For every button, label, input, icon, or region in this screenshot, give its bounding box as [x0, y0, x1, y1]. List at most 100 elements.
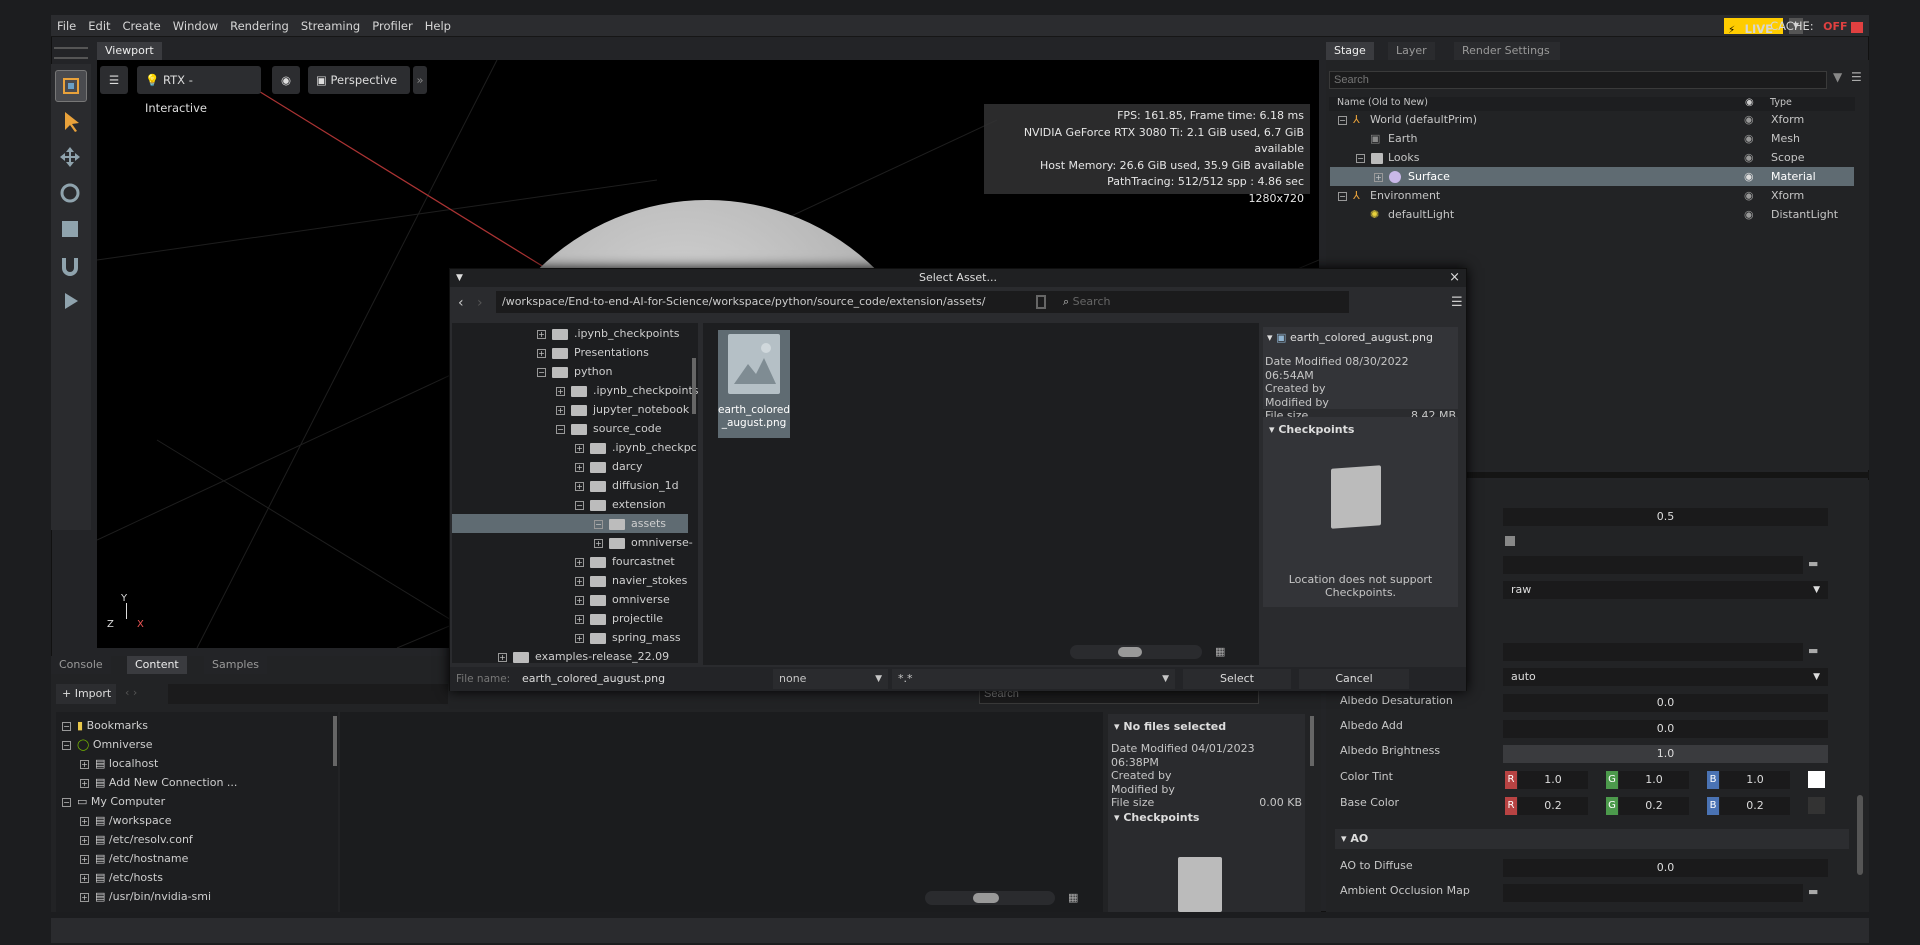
tree-folder[interactable]: + .ipynb_checkpoints	[556, 381, 699, 400]
ao-section-header[interactable]: ▾ AO	[1335, 829, 1849, 849]
tree-folder[interactable]: + diffusion_1d	[575, 476, 679, 495]
ao-diffuse-field[interactable]: 0.0	[1503, 859, 1828, 877]
visibility-eye-icon[interactable]: ◉	[1744, 148, 1754, 167]
stage-menu-icon[interactable]: ☰	[1851, 70, 1862, 84]
filename-field[interactable]: earth_colored_august.png	[516, 669, 768, 689]
zoom-slider[interactable]	[925, 891, 1055, 905]
tree-folder[interactable]: + navier_stokes	[575, 571, 687, 590]
tree-item-omniverse[interactable]: − ◯ Omniverse	[62, 735, 153, 754]
select-button[interactable]: Select	[1183, 669, 1291, 689]
color-space-dropdown[interactable]: raw ▼	[1503, 581, 1828, 599]
tree-item-nvidia-smi[interactable]: + ▤ /usr/bin/nvidia-smi	[80, 887, 211, 906]
opacity-field[interactable]: 0.5	[1503, 508, 1828, 526]
settings-sliders-icon[interactable]: ☰	[100, 66, 128, 94]
tree-folder[interactable]: − source_code	[556, 419, 662, 438]
tree-item-my-computer[interactable]: − ▭ My Computer	[62, 792, 165, 811]
tree-folder[interactable]: + examples-release_22.09	[498, 647, 669, 666]
menu-window[interactable]: Window	[167, 15, 224, 37]
grid-view-icon[interactable]: ▦	[1068, 891, 1078, 904]
dialog-menu-icon[interactable]: ☰	[1451, 295, 1463, 310]
tree-folder[interactable]: + darcy	[575, 457, 643, 476]
file-item-earth[interactable]: earth_colored _august.png	[718, 330, 790, 438]
col-name-header[interactable]: Name (Old to New)	[1337, 97, 1428, 108]
stage-row[interactable]: − Looks ◉ Scope	[1330, 148, 1854, 167]
tint-r-field[interactable]: 1.0	[1518, 771, 1588, 789]
tab-render-settings[interactable]: Render Settings	[1454, 42, 1560, 60]
back-arrow-icon[interactable]: ‹ ›	[125, 686, 137, 699]
albedo-brightness-field[interactable]: 1.0	[1503, 745, 1828, 763]
cancel-button[interactable]: Cancel	[1299, 669, 1409, 689]
albedo-desat-field[interactable]: 0.0	[1503, 694, 1828, 712]
base-b-field[interactable]: 0.2	[1720, 797, 1790, 815]
menu-rendering[interactable]: Rendering	[224, 15, 295, 37]
tree-folder[interactable]: + Presentations	[537, 343, 649, 362]
tree-folder[interactable]: + jupyter_notebook	[556, 400, 689, 419]
menu-help[interactable]: Help	[419, 15, 457, 37]
tree-folder[interactable]: + projectile	[575, 609, 663, 628]
base-color-swatch[interactable]	[1808, 797, 1825, 814]
content-path-field[interactable]	[168, 684, 448, 704]
collapse-icon[interactable]: ▼	[456, 269, 463, 287]
camera-button[interactable]: ▣ Perspective	[308, 66, 410, 94]
checkbox[interactable]	[1505, 536, 1515, 546]
tree-folder[interactable]: + .ipynb_checkpc	[575, 438, 697, 457]
stage-row[interactable]: ✺ defaultLight ◉ DistantLight	[1330, 205, 1854, 224]
filter-dropdown-1[interactable]: none ▼	[773, 669, 888, 689]
tree-item-localhost[interactable]: + ▤ localhost	[80, 754, 158, 773]
tree-folder[interactable]: + omniverse-	[594, 533, 693, 552]
checkpoints-header[interactable]: ▾ Checkpoints	[1114, 811, 1199, 824]
tree-folder[interactable]: − extension	[575, 495, 666, 514]
base-r-field[interactable]: 0.2	[1518, 797, 1588, 815]
menu-create[interactable]: Create	[117, 15, 167, 37]
tree-item-workspace[interactable]: + ▤ /workspace	[80, 811, 172, 830]
dialog-path-field[interactable]: /workspace/End-to-end-AI-for-Science/wor…	[496, 291, 1080, 313]
tree-item-resolv[interactable]: + ▤ /etc/resolv.conf	[80, 830, 193, 849]
tree-folder[interactable]: + omniverse	[575, 590, 670, 609]
rotate-icon[interactable]	[55, 178, 87, 210]
tree-item-hostname[interactable]: + ▤ /etc/hostname	[80, 849, 188, 868]
bookmark-icon[interactable]	[1036, 295, 1046, 309]
menu-edit[interactable]: Edit	[82, 15, 116, 37]
ao-map-field[interactable]	[1503, 884, 1803, 902]
select-arrow-icon[interactable]	[55, 106, 87, 138]
tree-item-bookmarks[interactable]: − ▮ Bookmarks	[62, 716, 148, 735]
menu-streaming[interactable]: Streaming	[295, 15, 366, 37]
tree-folder-selected[interactable]: − assets	[452, 514, 688, 533]
dialog-tree-scrollbar[interactable]	[692, 358, 696, 414]
tree-folder[interactable]: + spring_mass	[575, 628, 681, 647]
move-icon[interactable]	[55, 142, 87, 174]
filter-dropdown-2[interactable]: *.* ▼	[892, 669, 1175, 689]
dialog-grid-view-icon[interactable]: ▦	[1215, 645, 1225, 658]
eye-icon[interactable]: ◉	[272, 66, 300, 94]
info-scrollbar[interactable]	[1310, 716, 1314, 766]
color-space-dropdown-2[interactable]: auto ▼	[1503, 668, 1828, 686]
select-mode-icon[interactable]	[55, 70, 87, 102]
visibility-eye-icon[interactable]: ◉	[1744, 110, 1754, 129]
tree-item-hosts[interactable]: + ▤ /etc/hosts	[80, 868, 163, 887]
tab-samples[interactable]: Samples	[204, 656, 267, 674]
tab-content[interactable]: Content	[127, 656, 187, 674]
folder-browse-icon[interactable]: ▬	[1808, 557, 1818, 570]
forward-arrow-icon[interactable]: ›	[477, 295, 483, 311]
dialog-zoom-slider[interactable]	[1070, 645, 1202, 659]
visibility-eye-icon[interactable]: ◉	[1744, 129, 1754, 148]
tint-b-field[interactable]: 1.0	[1720, 771, 1790, 789]
cache-status[interactable]: CACHE: OFF	[1764, 15, 1863, 38]
stage-row[interactable]: − ⅄ World (defaultPrim) ◉ Xform	[1330, 110, 1854, 129]
folder-browse-icon[interactable]: ▬	[1808, 644, 1818, 657]
checkpoints-header[interactable]: ▾ Checkpoints	[1269, 423, 1354, 436]
tree-folder[interactable]: + fourcastnet	[575, 552, 675, 571]
visibility-eye-icon[interactable]: ◉	[1744, 167, 1754, 186]
filter-icon[interactable]: ▼	[1833, 70, 1842, 84]
scale-icon[interactable]	[55, 214, 87, 246]
close-icon[interactable]: ×	[1449, 269, 1460, 287]
tab-stage[interactable]: Stage	[1326, 42, 1374, 60]
tree-folder[interactable]: + .ipynb_checkpoints	[537, 324, 680, 343]
expand-chevron-icon[interactable]: »	[413, 66, 427, 94]
col-type-header[interactable]: Type	[1770, 97, 1792, 108]
menu-file[interactable]: File	[51, 15, 82, 37]
texture-path-field[interactable]	[1503, 556, 1803, 574]
stage-row[interactable]: ▣ Earth ◉ Mesh	[1330, 129, 1854, 148]
import-button[interactable]: + Import	[56, 684, 116, 704]
folder-browse-icon[interactable]: ▬	[1808, 885, 1818, 898]
